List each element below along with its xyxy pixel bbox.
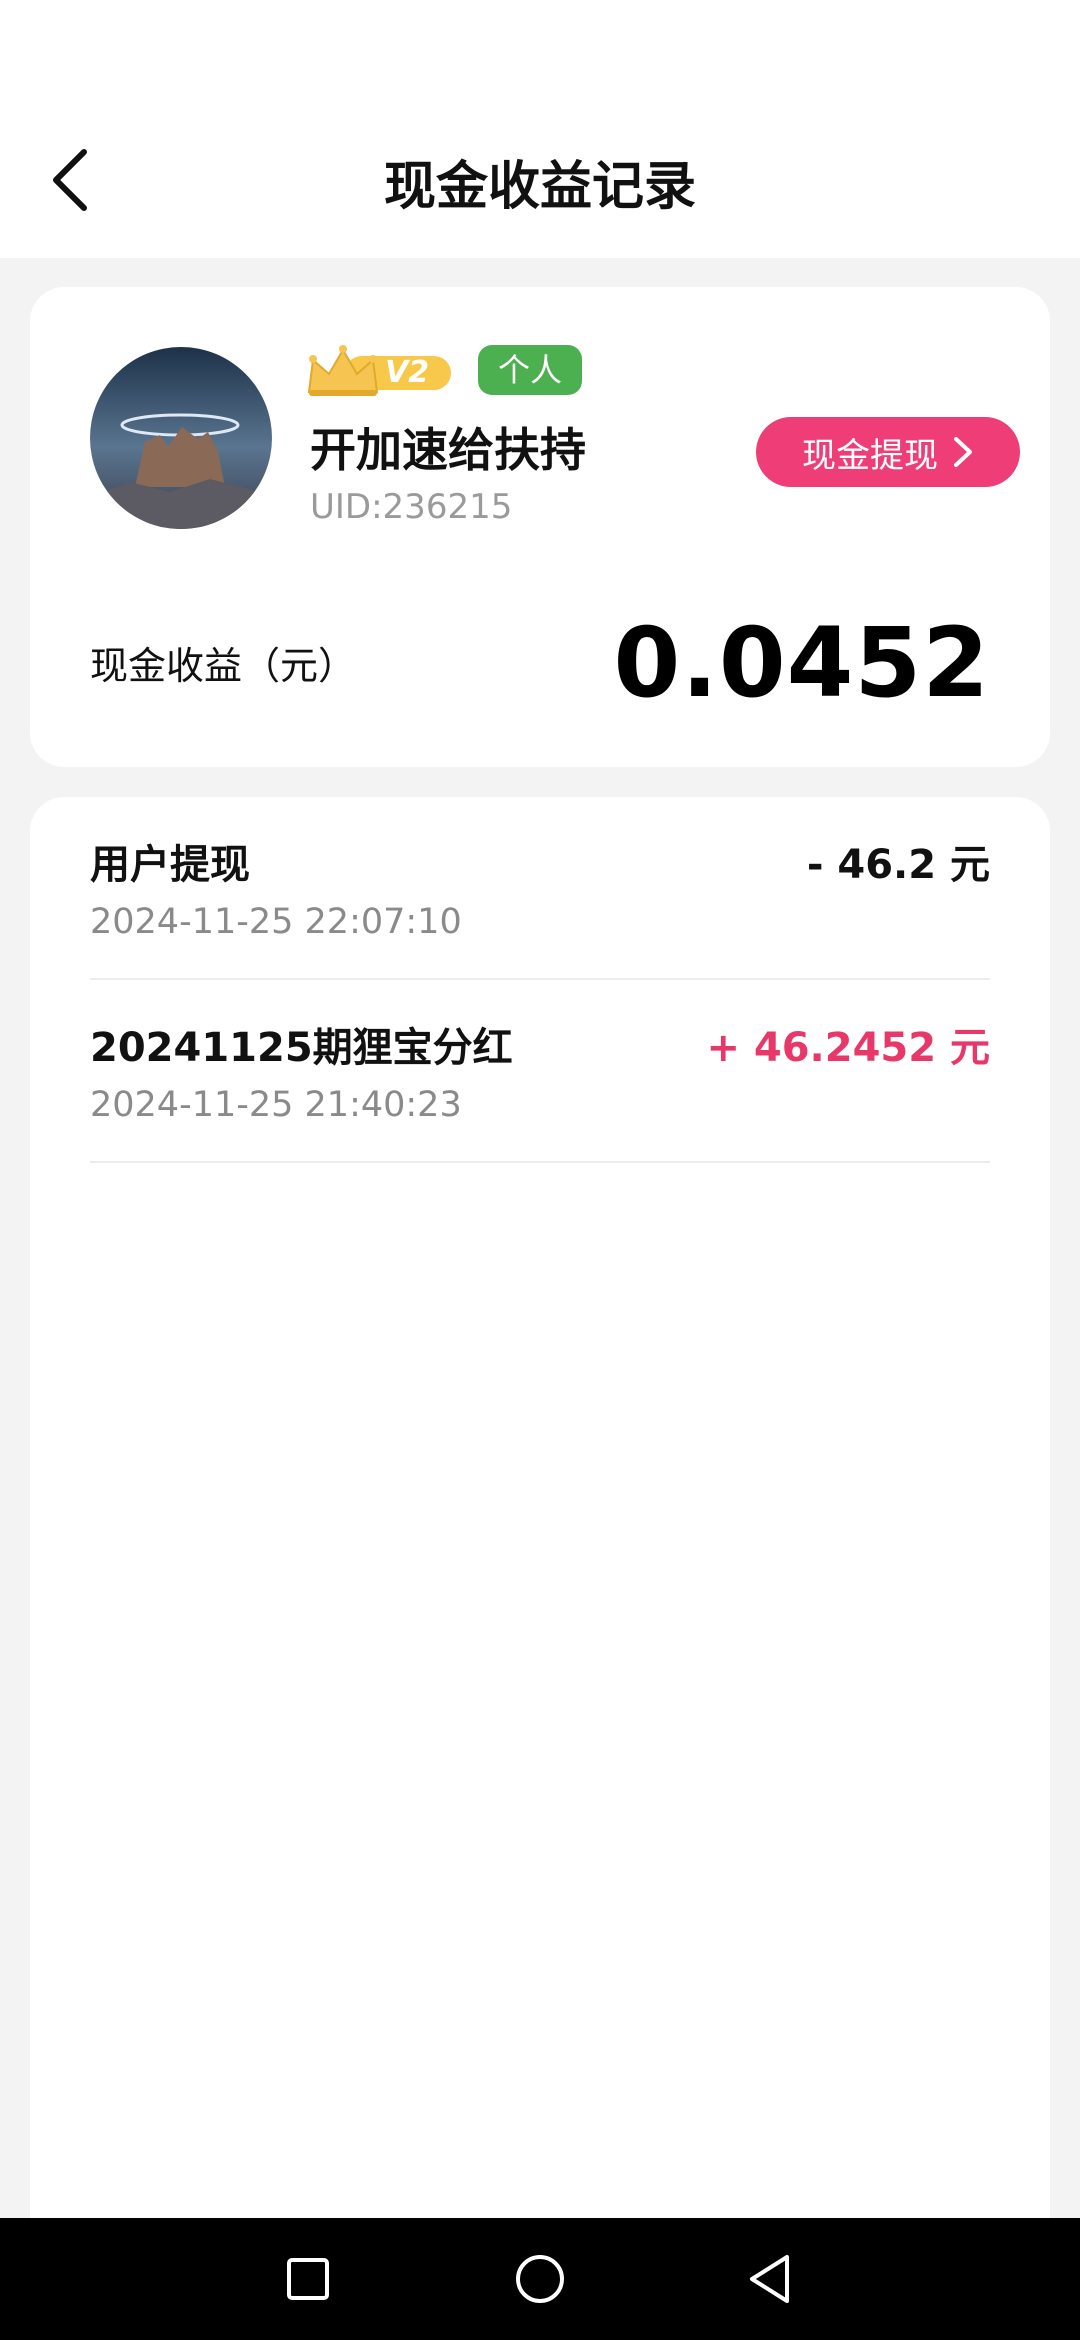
chevron-right-icon — [954, 437, 972, 467]
cash-withdraw-button[interactable]: 现金提现 — [756, 417, 1020, 487]
home-button[interactable] — [490, 2218, 590, 2340]
record-time: 2024-11-25 21:40:23 — [90, 1085, 462, 1125]
crown-icon — [307, 345, 451, 396]
account-type-tag: 个人 — [478, 345, 583, 395]
record-title: 用户提现 — [90, 842, 250, 888]
record-title: 20241125期狸宝分红 — [90, 1025, 513, 1071]
system-navigation-bar — [0, 2218, 1080, 2340]
list-item[interactable]: 20241125期狸宝分红 + 46.2452 元 2024-11-25 21:… — [90, 980, 990, 1163]
page-title: 现金收益记录 — [383, 157, 696, 217]
username: 开加速给扶持 — [310, 423, 586, 477]
record-amount: + 46.2452 元 — [706, 1025, 990, 1071]
back-icon — [750, 2255, 789, 2303]
recent-apps-button[interactable] — [258, 2218, 358, 2340]
cash-earnings-value: 0.0452 — [613, 607, 990, 719]
avatar[interactable] — [90, 347, 272, 529]
home-icon — [516, 2255, 564, 2303]
records-list: 用户提现 - 46.2 元 2024-11-25 22:07:10 202411… — [30, 797, 1050, 2247]
vip-badge: V2 — [305, 342, 455, 402]
nav-back-button[interactable] — [720, 2218, 820, 2340]
cash-withdraw-label: 现金提现 — [802, 435, 938, 476]
profile-card: V2 个人 开加速给扶持 UID:236215 现金提现 现金收益（元） 0.0… — [30, 287, 1050, 767]
vip-level-text: V2 — [385, 355, 430, 390]
record-amount: - 46.2 元 — [806, 842, 990, 888]
cash-earnings-label: 现金收益（元） — [90, 644, 357, 688]
user-id: UID:236215 — [310, 487, 513, 527]
top-bar: 现金收益记录 — [0, 0, 1080, 258]
list-item[interactable]: 用户提现 - 46.2 元 2024-11-25 22:07:10 — [90, 797, 990, 980]
record-time: 2024-11-25 22:07:10 — [90, 902, 462, 942]
recent-apps-icon — [287, 2258, 329, 2300]
